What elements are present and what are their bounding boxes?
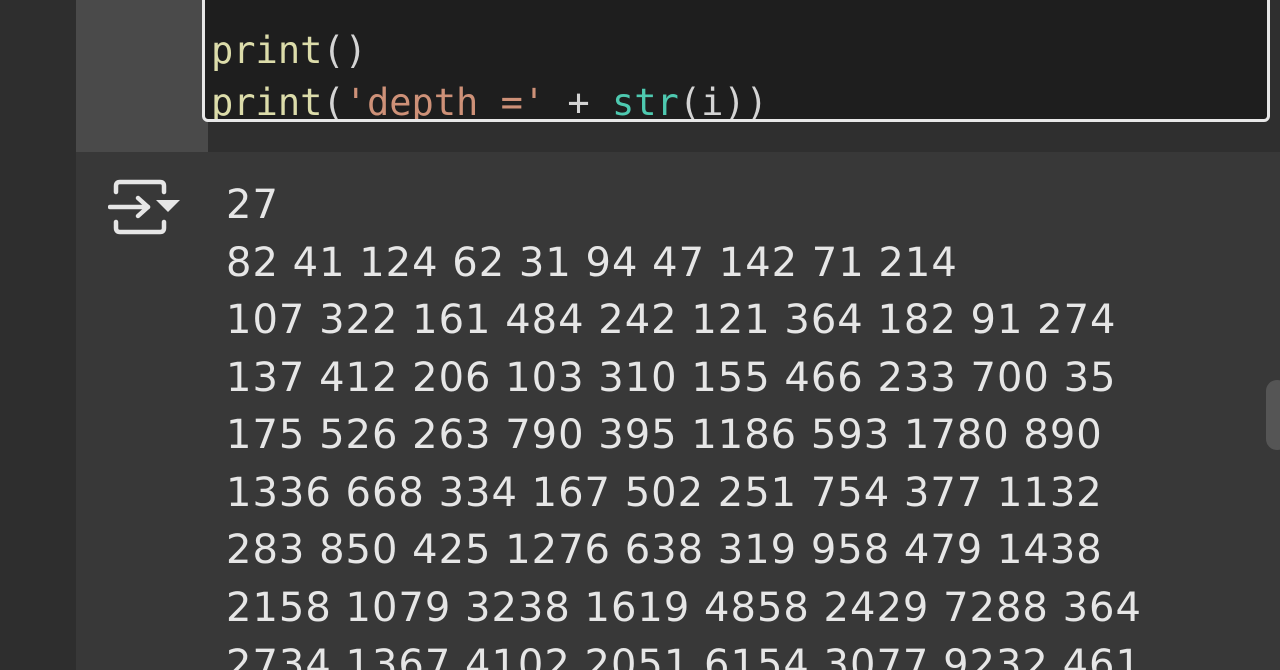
code-token-function: print [211,29,323,72]
cell-output-text: 27 82 41 124 62 31 94 47 142 71 214 107 32… [226,177,1142,670]
output-line: 2734 1367 4102 2051 6154 3077 9232 461 [226,642,1142,670]
code-line-2: print('depth =' + str(i)) [211,77,768,122]
code-line-1: print() [211,25,367,77]
output-line: 175 526 263 790 395 1186 593 1780 890 [226,412,1103,458]
output-scrollbar-thumb[interactable] [1266,380,1280,450]
code-token-function: print [211,81,323,122]
output-line: 283 850 425 1276 638 319 958 479 1438 [226,527,1103,573]
code-token-punctuation: () [322,29,367,72]
output-collapse-icon[interactable] [108,178,182,236]
code-token-builtin: str [611,81,679,122]
code-token-punctuation: (i)) [678,81,768,122]
notebook-viewport: print() print('depth =' + str(i)) 27 82 4… [0,0,1280,670]
code-token-punctuation: ( [322,81,345,122]
code-editor[interactable]: print() print('depth =' + str(i)) [202,0,1270,122]
output-line: 137 412 206 103 310 155 466 233 700 35 [226,354,1117,401]
output-line: 82 41 124 62 31 94 47 142 71 214 [226,239,958,286]
code-token-operator: + [545,81,612,122]
output-line: 27 [226,182,279,228]
output-line: 2158 1079 3238 1619 4858 2429 7288 364 [226,584,1142,631]
left-rail [0,0,76,670]
output-line: 107 322 161 484 242 121 364 182 91 274 [226,297,1117,343]
output-line: 1336 668 334 167 502 251 754 377 1132 [226,469,1103,516]
code-cell-gutter[interactable] [76,0,208,152]
code-token-string: 'depth =' [344,81,546,122]
